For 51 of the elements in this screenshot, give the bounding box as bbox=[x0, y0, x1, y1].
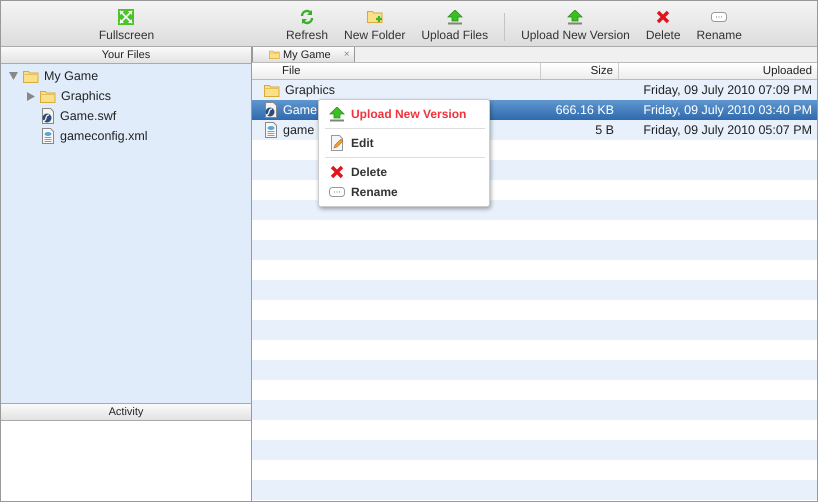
refresh-icon bbox=[299, 9, 316, 25]
flash-file-icon bbox=[264, 102, 278, 118]
column-header[interactable]: File bbox=[252, 63, 541, 79]
tree-item[interactable]: My Game bbox=[44, 69, 98, 83]
tab[interactable]: My Game × bbox=[252, 47, 355, 62]
delete-icon bbox=[330, 165, 344, 179]
menu-item[interactable]: Delete bbox=[319, 162, 489, 182]
menu-item[interactable]: Rename bbox=[319, 182, 489, 202]
column-header[interactable]: Uploaded bbox=[619, 63, 817, 79]
expand-arrow-icon[interactable] bbox=[27, 92, 35, 100]
folder-icon bbox=[23, 70, 39, 82]
toolbar-button[interactable]: Rename bbox=[688, 1, 750, 46]
collapse-arrow-icon[interactable] bbox=[9, 72, 18, 80]
rename-icon bbox=[711, 12, 728, 22]
toolbar-button[interactable]: Delete bbox=[638, 1, 689, 46]
upload-icon bbox=[567, 10, 584, 24]
toolbar-button[interactable]: Upload Files bbox=[413, 1, 496, 46]
delete-icon bbox=[656, 10, 670, 24]
tree-item[interactable]: Graphics bbox=[61, 89, 112, 103]
edit-icon bbox=[330, 135, 344, 151]
table-cell: game bbox=[283, 123, 314, 137]
table-cell: Friday, 09 July 2010 05:07 PM bbox=[643, 123, 812, 137]
tree-item[interactable]: Game.swf bbox=[60, 109, 116, 123]
toolbar-button[interactable]: New Folder bbox=[336, 1, 414, 46]
panel-header: Activity bbox=[1, 404, 251, 421]
tab-label: My Game bbox=[283, 48, 331, 60]
upload-icon bbox=[329, 106, 345, 122]
menu-item[interactable]: Edit bbox=[319, 133, 489, 153]
table-cell: Friday, 09 July 2010 03:40 PM bbox=[643, 103, 812, 117]
toolbar-button[interactable]: Fullscreen bbox=[90, 1, 162, 46]
table-cell: Game bbox=[283, 103, 318, 117]
toolbar-button[interactable]: Refresh bbox=[278, 1, 336, 46]
upload-icon bbox=[446, 10, 463, 24]
rename-icon bbox=[329, 187, 345, 197]
flash-file-icon bbox=[41, 108, 55, 124]
panel-header: Your Files bbox=[1, 47, 251, 64]
folder-icon bbox=[269, 50, 280, 59]
column-header[interactable]: Size bbox=[541, 63, 619, 79]
table-cell: 666.16 KB bbox=[556, 103, 614, 117]
file-row[interactable]: Graphics Friday, 09 July 2010 07:09 PM bbox=[252, 80, 817, 100]
folder-icon bbox=[264, 84, 280, 96]
new-folder-icon bbox=[366, 10, 383, 24]
xml-file-icon bbox=[264, 122, 278, 138]
folder-icon bbox=[40, 90, 56, 102]
xml-file-icon bbox=[41, 128, 55, 144]
toolbar-button[interactable]: Upload New Version bbox=[513, 1, 638, 46]
tree-item[interactable]: gameconfig.xml bbox=[60, 129, 148, 143]
table-cell: Friday, 09 July 2010 07:09 PM bbox=[643, 83, 812, 97]
table-cell: 5 B bbox=[595, 123, 614, 137]
table-cell: Graphics bbox=[285, 83, 336, 97]
fullscreen-icon bbox=[118, 9, 134, 25]
